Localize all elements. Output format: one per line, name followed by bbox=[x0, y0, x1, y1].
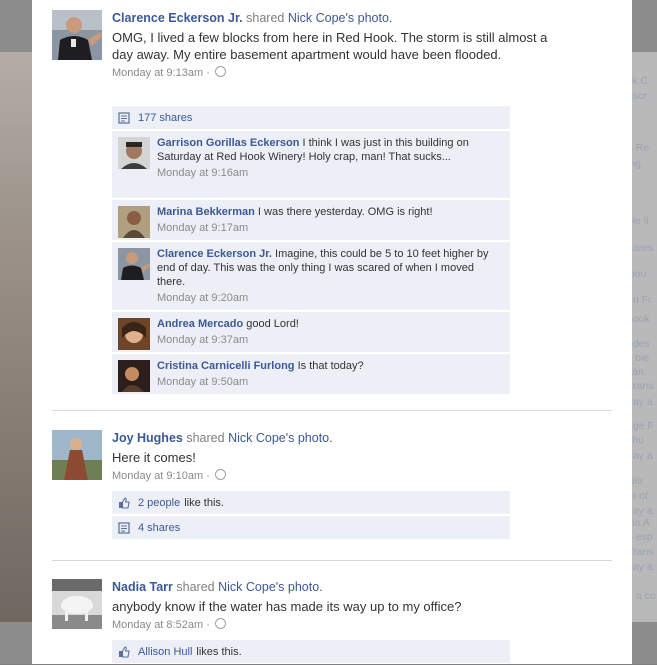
photo-link[interactable]: photo. bbox=[298, 431, 333, 445]
story-divider bbox=[52, 410, 612, 411]
shares-row[interactable]: 4 shares bbox=[112, 516, 510, 539]
thumbs-up-icon bbox=[119, 496, 130, 509]
comment-timestamp[interactable]: Monday at 9:20am bbox=[157, 291, 502, 305]
story-message: OMG, I lived a few blocks from here in R… bbox=[112, 30, 548, 62]
background-overlay bbox=[0, 622, 32, 664]
timestamp-link[interactable]: Monday at 8:52am bbox=[112, 619, 203, 631]
avatar[interactable] bbox=[52, 430, 102, 480]
background-photo bbox=[0, 52, 32, 622]
likes-link[interactable]: 2 people bbox=[138, 497, 180, 509]
owner-link[interactable]: Nick Cope's bbox=[218, 580, 284, 594]
comment-timestamp[interactable]: Monday at 9:16am bbox=[157, 166, 502, 180]
globe-icon[interactable] bbox=[214, 618, 226, 629]
likes-row: Allison Hull likes this. bbox=[112, 640, 510, 663]
author-link[interactable]: Nadia Tarr bbox=[112, 580, 173, 594]
likes-text: like this. bbox=[184, 496, 224, 509]
avatar[interactable] bbox=[52, 579, 102, 629]
avatar[interactable] bbox=[52, 10, 102, 60]
comment-timestamp[interactable]: Monday at 9:17am bbox=[157, 221, 502, 235]
avatar[interactable] bbox=[118, 318, 150, 350]
commenter-link[interactable]: Clarence Eckerson Jr. bbox=[157, 248, 272, 260]
globe-icon[interactable] bbox=[214, 469, 226, 480]
story-meta: Monday at 9:10am · bbox=[112, 469, 552, 483]
commenter-link[interactable]: Marina Bekkerman bbox=[157, 206, 255, 218]
comment-item: Cristina Carnicelli Furlong Is that toda… bbox=[112, 354, 510, 394]
background-overlay bbox=[632, 0, 657, 52]
news-feed-panel: Clarence Eckerson Jr. shared Nick Cope's… bbox=[32, 0, 632, 664]
comment-text: good Lord! bbox=[246, 318, 299, 330]
meta-separator: · bbox=[206, 619, 210, 631]
globe-icon[interactable] bbox=[214, 66, 226, 77]
story-meta: Monday at 8:52am · bbox=[112, 618, 552, 632]
avatar[interactable] bbox=[118, 248, 150, 280]
comment-text: I was there yesterday. OMG is right! bbox=[257, 206, 433, 218]
background-overlay bbox=[0, 0, 32, 52]
photo-link[interactable]: photo. bbox=[288, 580, 323, 594]
action-text: shared bbox=[246, 11, 285, 25]
story-headline: Clarence Eckerson Jr. shared Nick Cope's… bbox=[112, 10, 552, 26]
shares-link[interactable]: 4 shares bbox=[138, 522, 180, 534]
avatar[interactable] bbox=[118, 206, 150, 238]
photo-link[interactable]: photo. bbox=[358, 11, 393, 25]
story-body: Clarence Eckerson Jr. shared Nick Cope's… bbox=[112, 10, 552, 80]
timestamp-link[interactable]: Monday at 9:13am bbox=[112, 67, 203, 79]
shares-row[interactable]: 177 shares bbox=[112, 106, 510, 129]
comment-timestamp[interactable]: Monday at 9:50am bbox=[157, 375, 502, 389]
owner-link[interactable]: Nick Cope's bbox=[288, 11, 354, 25]
avatar[interactable] bbox=[118, 360, 150, 392]
likes-text: likes this. bbox=[196, 645, 242, 658]
author-link[interactable]: Clarence Eckerson Jr. bbox=[112, 11, 243, 25]
story-message: Here it comes! bbox=[112, 450, 196, 465]
author-link[interactable]: Joy Hughes bbox=[112, 431, 183, 445]
action-text: shared bbox=[186, 431, 225, 445]
feedback-box: Allison Hull likes this. bbox=[112, 640, 510, 665]
story-body: Joy Hughes shared Nick Cope's photo. Her… bbox=[112, 430, 552, 483]
comment-item: Marina Bekkerman I was there yesterday. … bbox=[112, 200, 510, 240]
timestamp-link[interactable]: Monday at 9:10am bbox=[112, 470, 203, 482]
feedback-box: 177 shares Garrison Gorillas Eckerson I … bbox=[112, 106, 510, 396]
avatar[interactable] bbox=[118, 137, 150, 169]
likes-link[interactable]: Allison Hull bbox=[138, 646, 192, 658]
comment-item: Garrison Gorillas Eckerson I think I was… bbox=[112, 131, 510, 198]
shares-link[interactable]: 177 shares bbox=[138, 112, 192, 124]
share-icon bbox=[118, 111, 130, 124]
commenter-link[interactable]: Garrison Gorillas Eckerson bbox=[157, 137, 299, 149]
comment-text: Is that today? bbox=[297, 360, 364, 372]
comment-item: Clarence Eckerson Jr. Imagine, this coul… bbox=[112, 242, 510, 310]
background-overlay bbox=[632, 622, 657, 664]
commenter-link[interactable]: Cristina Carnicelli Furlong bbox=[157, 360, 295, 372]
meta-separator: · bbox=[206, 67, 210, 79]
story-headline: Nadia Tarr shared Nick Cope's photo. bbox=[112, 579, 552, 595]
commenter-link[interactable]: Andrea Mercado bbox=[157, 318, 243, 330]
meta-separator: · bbox=[206, 470, 210, 482]
likes-row: 2 people like this. bbox=[112, 491, 510, 514]
comment-item: Andrea Mercado good Lord! Monday at 9:37… bbox=[112, 312, 510, 352]
feedback-box: 2 people like this. 4 shares bbox=[112, 491, 510, 541]
story-message: anybody know if the water has made its w… bbox=[112, 599, 462, 614]
story-body: Nadia Tarr shared Nick Cope's photo. any… bbox=[112, 579, 552, 632]
action-text: shared bbox=[176, 580, 215, 594]
story-divider bbox=[52, 560, 612, 561]
share-icon bbox=[118, 521, 130, 534]
thumbs-up-icon bbox=[119, 645, 130, 658]
story-headline: Joy Hughes shared Nick Cope's photo. bbox=[112, 430, 552, 446]
comment-timestamp[interactable]: Monday at 9:37am bbox=[157, 333, 502, 347]
story-meta: Monday at 9:13am · bbox=[112, 66, 552, 80]
owner-link[interactable]: Nick Cope's bbox=[228, 431, 294, 445]
